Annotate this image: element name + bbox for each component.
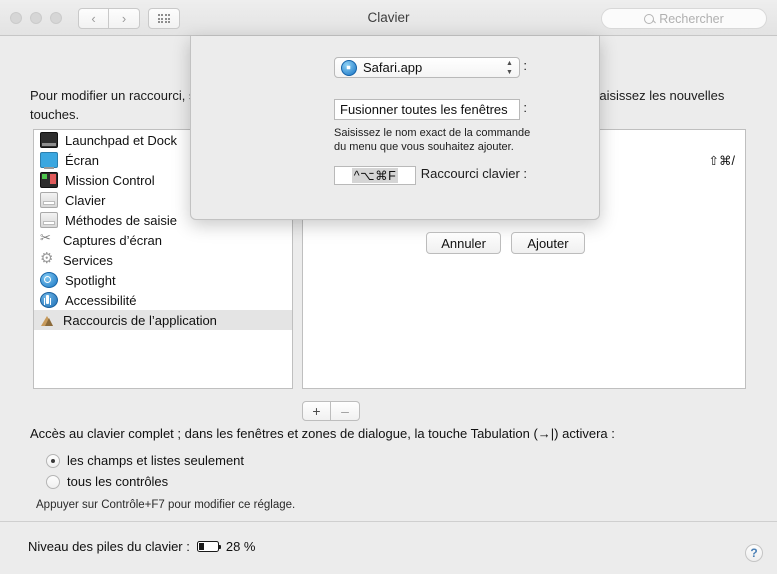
sheet-buttons: Annuler Ajouter (426, 232, 585, 254)
chevron-updown-icon: ▲ ▼ (506, 60, 513, 76)
add-button[interactable]: Ajouter (511, 232, 585, 254)
search-placeholder: Rechercher (659, 11, 724, 26)
sidebar-item-label: Mission Control (65, 172, 155, 188)
full-keyboard-access-radios: les champs et listes seulement tous les … (46, 450, 750, 492)
menu-title-hint: Saisissez le nom exact de la commande du… (334, 127, 531, 153)
sidebar-item-label: Captures d’écran (63, 232, 162, 248)
window-titlebar: ‹ › Clavier Rechercher (0, 0, 777, 36)
spotlight-icon (40, 272, 58, 288)
gear-icon (40, 249, 56, 267)
mission-control-icon (40, 172, 58, 188)
sidebar-item-spotlight[interactable]: Spotlight (34, 270, 292, 290)
sidebar-item-label: Raccourcis de l’application (63, 312, 217, 328)
radio-indicator (46, 474, 60, 489)
sidebar-item-label: Accessibilité (65, 292, 137, 308)
cancel-button[interactable]: Annuler (426, 232, 501, 254)
list-empty-space (34, 330, 292, 350)
menu-title-input[interactable]: Fusionner toutes les fenêtres (334, 99, 520, 120)
search-input[interactable]: Rechercher (601, 8, 767, 29)
sidebar-item-captures-decran[interactable]: Captures d’écran (34, 230, 292, 250)
application-value: Safari.app (363, 60, 423, 75)
dock-icon (40, 132, 58, 148)
sidebar-item-label: Écran (65, 152, 99, 168)
sidebar-item-accessibilite[interactable]: Accessibilité (34, 290, 292, 310)
display-icon (40, 152, 58, 169)
radio-all-controls[interactable]: tous les contrôles (46, 471, 750, 492)
shortcut-value: ^⌥⌘F (351, 168, 399, 183)
full-keyboard-access-hint: Appuyer sur Contrôle+F7 pour modifier ce… (36, 499, 296, 511)
radio-label: tous les contrôles (67, 474, 169, 489)
divider (0, 521, 777, 522)
sidebar-item-services[interactable]: Services (34, 249, 292, 270)
menu-title-value: Fusionner toutes les fenêtres (340, 102, 508, 117)
full-keyboard-access-section: Accès au clavier complet ; dans les fenê… (30, 426, 750, 511)
sidebar-item-label: Spotlight (65, 272, 116, 288)
list-edit-buttons: + – (302, 401, 360, 421)
battery-percent: 28 % (225, 539, 256, 554)
input-methods-icon (40, 212, 58, 228)
sidebar-item-label: Services (63, 252, 113, 268)
battery-label: Niveau des piles du clavier : (28, 539, 190, 554)
help-button[interactable]: ? (745, 544, 763, 562)
battery-status: Niveau des piles du clavier : 28 % (28, 539, 256, 554)
sidebar-item-label: Méthodes de saisie (65, 212, 178, 228)
radio-indicator (46, 453, 60, 468)
battery-icon (196, 541, 222, 552)
radio-fields-and-lists[interactable]: les champs et listes seulement (46, 450, 750, 471)
search-icon (644, 13, 655, 24)
sidebar-item-raccourcis-application[interactable]: Raccourcis de l’application (34, 310, 292, 330)
screenshot-icon (40, 230, 56, 247)
shortcut-key-combo: ⇧⌘/ (708, 153, 735, 168)
add-shortcut-button[interactable]: + (302, 401, 331, 421)
radio-label: les champs et listes seulement (67, 453, 245, 468)
remove-shortcut-button[interactable]: – (331, 401, 360, 421)
application-select[interactable]: Safari.app ▲ ▼ (334, 57, 520, 78)
system-preferences-window: ‹ › Clavier Rechercher Pour modifier un … (0, 0, 777, 574)
shortcut-label: Raccourci clavier : (420, 166, 527, 181)
shortcut-input[interactable]: ^⌥⌘F (334, 166, 416, 185)
keyboard-icon (40, 192, 58, 208)
sidebar-item-label: Launchpad et Dock (65, 132, 178, 148)
add-shortcut-sheet: Application : Safari.app ▲▼ Titre du men… (190, 36, 600, 254)
safari-icon (341, 59, 357, 76)
accessibility-icon (40, 292, 58, 308)
sidebar-item-label: Clavier (65, 192, 106, 208)
full-keyboard-access-label: Accès au clavier complet ; dans les fenê… (30, 426, 615, 441)
app-shortcuts-icon (40, 313, 56, 327)
